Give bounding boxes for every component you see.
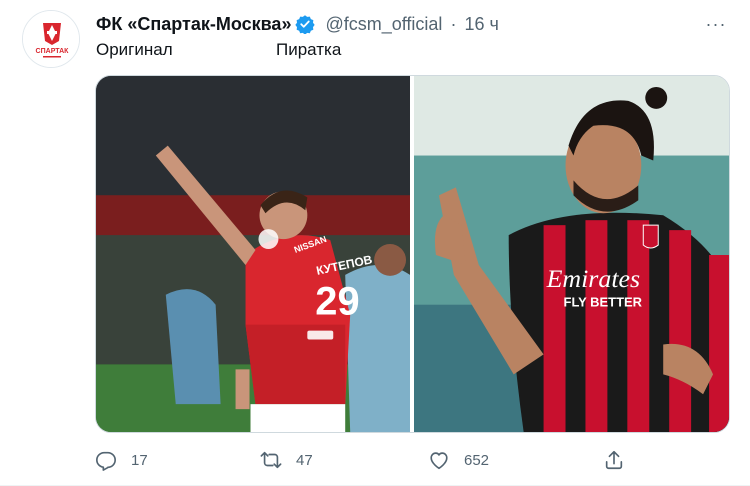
photo-pirate[interactable]: Emirates FLY BETTER xyxy=(414,76,729,432)
jersey-sponsor-tagline: FLY BETTER xyxy=(564,295,643,310)
caption-original: Оригинал xyxy=(96,40,173,59)
tweet-header: ФК «Спартак-Москва» @fcsm_official · 16 … xyxy=(96,12,499,36)
more-options-icon[interactable]: ··· xyxy=(704,14,728,34)
reply-icon xyxy=(96,451,116,471)
author-handle[interactable]: @fcsm_official xyxy=(325,14,442,35)
tweet-media[interactable]: КУТЕПОВ 29 NISSAN Emirates FLY BETTER xyxy=(95,75,730,433)
retweet-button[interactable]: 47 xyxy=(260,446,313,474)
tweet-actions: 17 47 652 xyxy=(95,446,635,474)
share-icon xyxy=(605,450,623,470)
like-button[interactable]: 652 xyxy=(428,446,489,474)
jersey-sponsor-emirates: Emirates xyxy=(546,264,641,293)
author-name[interactable]: ФК «Спартак-Москва» xyxy=(96,14,291,35)
retweet-icon xyxy=(260,451,282,469)
avatar-text: СПАРТАК xyxy=(36,48,70,55)
like-count: 652 xyxy=(464,451,490,469)
photo-pirate-illustration: Emirates FLY BETTER xyxy=(414,76,729,432)
reply-count: 17 xyxy=(131,451,148,469)
photo-original[interactable]: КУТЕПОВ 29 NISSAN xyxy=(96,76,410,432)
heart-icon xyxy=(430,452,448,470)
tweet-text: Оригинал Пиратка xyxy=(96,40,341,60)
spartak-logo-icon: СПАРТАК xyxy=(23,11,79,67)
reply-button[interactable]: 17 xyxy=(95,446,148,474)
share-button[interactable] xyxy=(603,446,625,474)
caption-pirate: Пиратка xyxy=(276,40,342,59)
photo-original-illustration: КУТЕПОВ 29 NISSAN xyxy=(96,76,410,432)
tweet-timestamp[interactable]: 16 ч xyxy=(464,14,498,35)
retweet-count: 47 xyxy=(296,451,313,469)
jersey-number: 29 xyxy=(315,280,359,324)
avatar[interactable]: СПАРТАК xyxy=(22,10,80,68)
separator-dot: · xyxy=(450,13,457,34)
verified-badge-icon xyxy=(295,14,316,35)
tweet[interactable]: СПАРТАК ФК «Спартак-Москва» @fcsm_offici… xyxy=(0,0,750,486)
